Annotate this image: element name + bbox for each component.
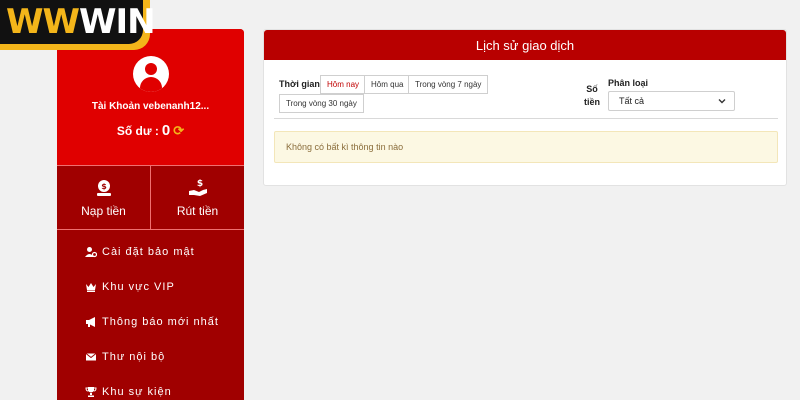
category-label: Phân loại [608, 78, 649, 88]
sidebar-item-news[interactable]: Thông báo mới nhất [57, 304, 244, 339]
sidebar-item-label: Thông báo mới nhất [102, 315, 219, 328]
sidebar-item-vip[interactable]: Khu vực VIP [57, 269, 244, 304]
deposit-label: Nạp tiền [81, 203, 126, 218]
sidebar-item-label: Khu vực VIP [102, 280, 175, 293]
withdraw-icon: $ [188, 179, 207, 196]
page-title: Lịch sử giao dịch [264, 30, 786, 60]
filter-30-days[interactable]: Trong vòng 30 ngày [279, 94, 364, 113]
filter-7-days[interactable]: Trong vòng 7 ngày [408, 75, 489, 94]
account-sidebar: Tài Khoản vebenanh12... Số dư : 0 ⟳ $ Nạ… [57, 29, 244, 400]
account-name: Tài Khoản vebenanh12... [91, 101, 210, 112]
category-select[interactable]: Tất cả [608, 91, 735, 111]
svg-text:$: $ [196, 179, 202, 189]
sidebar-item-security[interactable]: Cài đặt bảo mật [57, 234, 244, 269]
amount-label: Số tiền [583, 84, 600, 107]
balance-label: Số dư : [116, 123, 159, 138]
logo-text: WWWIN [6, 2, 156, 42]
filter-today[interactable]: Hôm nay [320, 75, 367, 94]
user-gear-icon [84, 246, 98, 258]
logo-text-ww: WW [6, 2, 80, 42]
chevron-down-icon [718, 99, 726, 104]
filter-yesterday[interactable]: Hôm qua [364, 75, 411, 94]
vip-crown-icon [84, 281, 98, 293]
avatar-icon [132, 56, 169, 92]
sidebar-item-label: Cài đặt bảo mật [102, 245, 195, 258]
transaction-history-panel: Lịch sử giao dịch Thời gian Hôm nay Hôm … [263, 29, 787, 186]
balance-value: 0 [161, 122, 171, 139]
logo-text-win: WIN [79, 2, 156, 42]
category-selected-value: Tất cả [619, 96, 645, 106]
deposit-button[interactable]: $ Nạp tiền [57, 166, 150, 229]
divider [274, 118, 778, 119]
sidebar-item-label: Thư nội bộ [102, 350, 166, 363]
empty-state-message: Không có bất kì thông tin nào [274, 131, 778, 163]
withdraw-button[interactable]: $ Rút tiền [150, 166, 244, 229]
svg-text:$: $ [101, 182, 107, 191]
sidebar-item-label: Khu sự kiện [102, 385, 172, 398]
trophy-icon [84, 386, 98, 398]
balance: Số dư : 0 ⟳ [117, 122, 184, 139]
logo-background: WWWIN [0, 0, 156, 44]
wallet-actions: $ Nạp tiền $ Rút tiền [57, 165, 244, 229]
envelope-icon [84, 351, 98, 363]
brand-logo[interactable]: WWWIN [0, 0, 156, 50]
sidebar-item-inbox[interactable]: Thư nội bộ [57, 339, 244, 374]
refresh-icon[interactable]: ⟳ [173, 123, 184, 139]
megaphone-icon [84, 316, 98, 328]
withdraw-label: Rút tiền [176, 203, 219, 218]
sidebar-menu: Cài đặt bảo mật Khu vực VIP Thông báo mớ… [57, 229, 244, 400]
sidebar-item-events[interactable]: Khu sự kiện [57, 374, 244, 400]
time-filter-label: Thời gian [279, 79, 320, 89]
deposit-icon: $ [96, 179, 111, 196]
